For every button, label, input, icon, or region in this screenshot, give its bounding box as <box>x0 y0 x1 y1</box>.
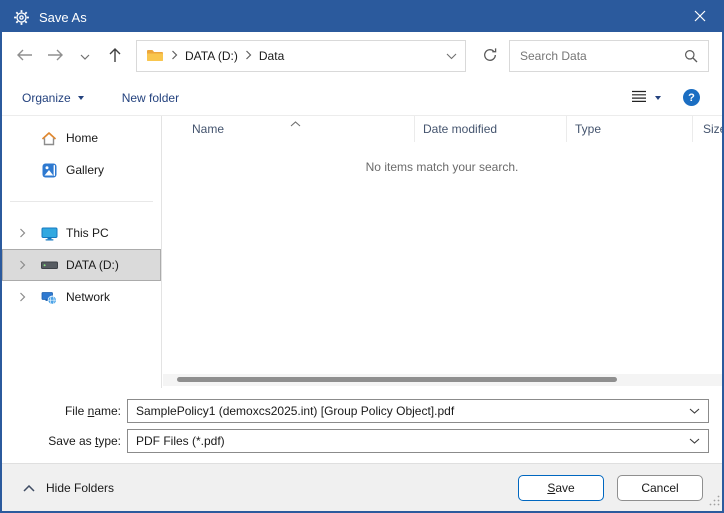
this-pc-icon <box>39 226 59 241</box>
sidebar-item-label: Home <box>66 131 98 145</box>
arrow-left-icon <box>16 48 34 65</box>
search-box[interactable]: Search Data <box>509 40 709 72</box>
new-folder-label: New folder <box>122 91 179 105</box>
save-as-dialog: Save As <box>0 0 724 513</box>
command-toolbar: Organize New folder ? <box>2 80 722 116</box>
save-as-type-select[interactable]: PDF Files (*.pdf) <box>127 429 709 453</box>
navigation-bar: DATA (D:) Data Search Data <box>2 32 722 80</box>
toolbar-right-group: ? <box>631 89 708 106</box>
footer-bar: Hide Folders Save Cancel <box>2 463 722 511</box>
column-header-date-modified[interactable]: Date modified <box>414 116 566 142</box>
recent-locations-button[interactable] <box>70 41 100 71</box>
file-list-pane: Name Date modified Type Size No items ma… <box>162 116 722 388</box>
search-icon[interactable] <box>684 49 698 63</box>
expand-chevron-icon[interactable] <box>19 292 33 302</box>
sidebar-item-label: Network <box>66 290 110 304</box>
organize-button[interactable]: Organize <box>22 91 84 105</box>
organize-label: Organize <box>22 91 71 105</box>
help-button[interactable]: ? <box>683 89 700 106</box>
back-button[interactable] <box>10 41 40 71</box>
chevron-right-icon <box>171 49 178 63</box>
horizontal-scrollbar[interactable] <box>163 374 722 386</box>
sidebar-item-this-pc[interactable]: This PC <box>2 217 161 249</box>
question-mark-glyph: ? <box>688 92 695 104</box>
breadcrumb-item-folder[interactable]: Data <box>259 49 284 63</box>
hide-folders-label: Hide Folders <box>46 481 114 495</box>
chevron-down-icon <box>655 96 661 100</box>
column-header-type[interactable]: Type <box>566 116 692 142</box>
column-headers: Name Date modified Type Size <box>162 116 722 142</box>
chevron-down-icon[interactable] <box>689 408 700 414</box>
gear-icon <box>13 9 30 26</box>
sidebar-item-gallery[interactable]: Gallery <box>2 154 161 186</box>
sidebar-item-home[interactable]: Home <box>2 122 161 154</box>
titlebar[interactable]: Save As <box>2 2 722 32</box>
hide-folders-button[interactable]: Hide Folders <box>23 481 114 495</box>
forward-button[interactable] <box>40 41 70 71</box>
address-bar[interactable]: DATA (D:) Data <box>136 40 466 72</box>
file-name-value: SamplePolicy1 (demoxcs2025.int) [Group P… <box>136 404 683 418</box>
close-icon <box>694 10 706 25</box>
sort-ascending-icon <box>290 116 301 130</box>
save-as-type-value: PDF Files (*.pdf) <box>136 434 683 448</box>
refresh-icon <box>482 47 498 66</box>
list-view-icon <box>631 90 647 106</box>
window-title: Save As <box>39 10 87 25</box>
save-as-type-label: Save as type: <box>2 434 127 448</box>
expand-chevron-icon[interactable] <box>19 260 33 270</box>
file-name-form: File name: SamplePolicy1 (demoxcs2025.in… <box>2 388 722 463</box>
up-button[interactable] <box>100 41 130 71</box>
chevron-right-icon <box>245 49 252 63</box>
scrollbar-thumb[interactable] <box>177 377 617 382</box>
close-button[interactable] <box>678 2 722 32</box>
save-button[interactable]: Save <box>518 475 604 501</box>
resize-grip[interactable] <box>709 495 720 509</box>
navigation-pane: Home Gallery <box>2 116 162 388</box>
chevron-down-icon <box>78 96 84 100</box>
network-icon <box>39 290 59 305</box>
chevron-up-icon <box>23 481 35 495</box>
address-dropdown-icon[interactable] <box>446 49 457 63</box>
file-name-label: File name: <box>2 404 127 418</box>
drive-icon <box>39 261 59 270</box>
breadcrumb-item-drive[interactable]: DATA (D:) <box>185 49 238 63</box>
new-folder-button[interactable]: New folder <box>122 91 179 105</box>
sidebar-item-network[interactable]: Network <box>2 281 161 313</box>
view-options-button[interactable] <box>631 90 661 106</box>
arrow-up-icon <box>108 47 122 66</box>
chevron-down-icon[interactable] <box>689 438 700 444</box>
sidebar-item-label: Gallery <box>66 163 104 177</box>
content-area: Home Gallery <box>2 116 722 388</box>
expand-chevron-icon[interactable] <box>19 228 33 238</box>
home-icon <box>39 131 59 146</box>
folder-icon <box>146 48 164 65</box>
refresh-button[interactable] <box>475 41 505 71</box>
gallery-icon <box>39 163 59 178</box>
arrow-right-icon <box>46 48 64 65</box>
chevron-down-icon <box>80 49 90 63</box>
sidebar-item-label: DATA (D:) <box>66 258 119 272</box>
cancel-button[interactable]: Cancel <box>617 475 703 501</box>
sidebar-item-label: This PC <box>66 226 109 240</box>
sidebar-divider <box>10 201 153 202</box>
column-header-name[interactable]: Name <box>162 116 414 142</box>
empty-list-message: No items match your search. <box>162 160 722 174</box>
column-header-size[interactable]: Size <box>692 116 724 142</box>
search-placeholder: Search Data <box>520 49 587 63</box>
sidebar-item-data-drive[interactable]: DATA (D:) <box>2 249 161 281</box>
file-name-input[interactable]: SamplePolicy1 (demoxcs2025.int) [Group P… <box>127 399 709 423</box>
